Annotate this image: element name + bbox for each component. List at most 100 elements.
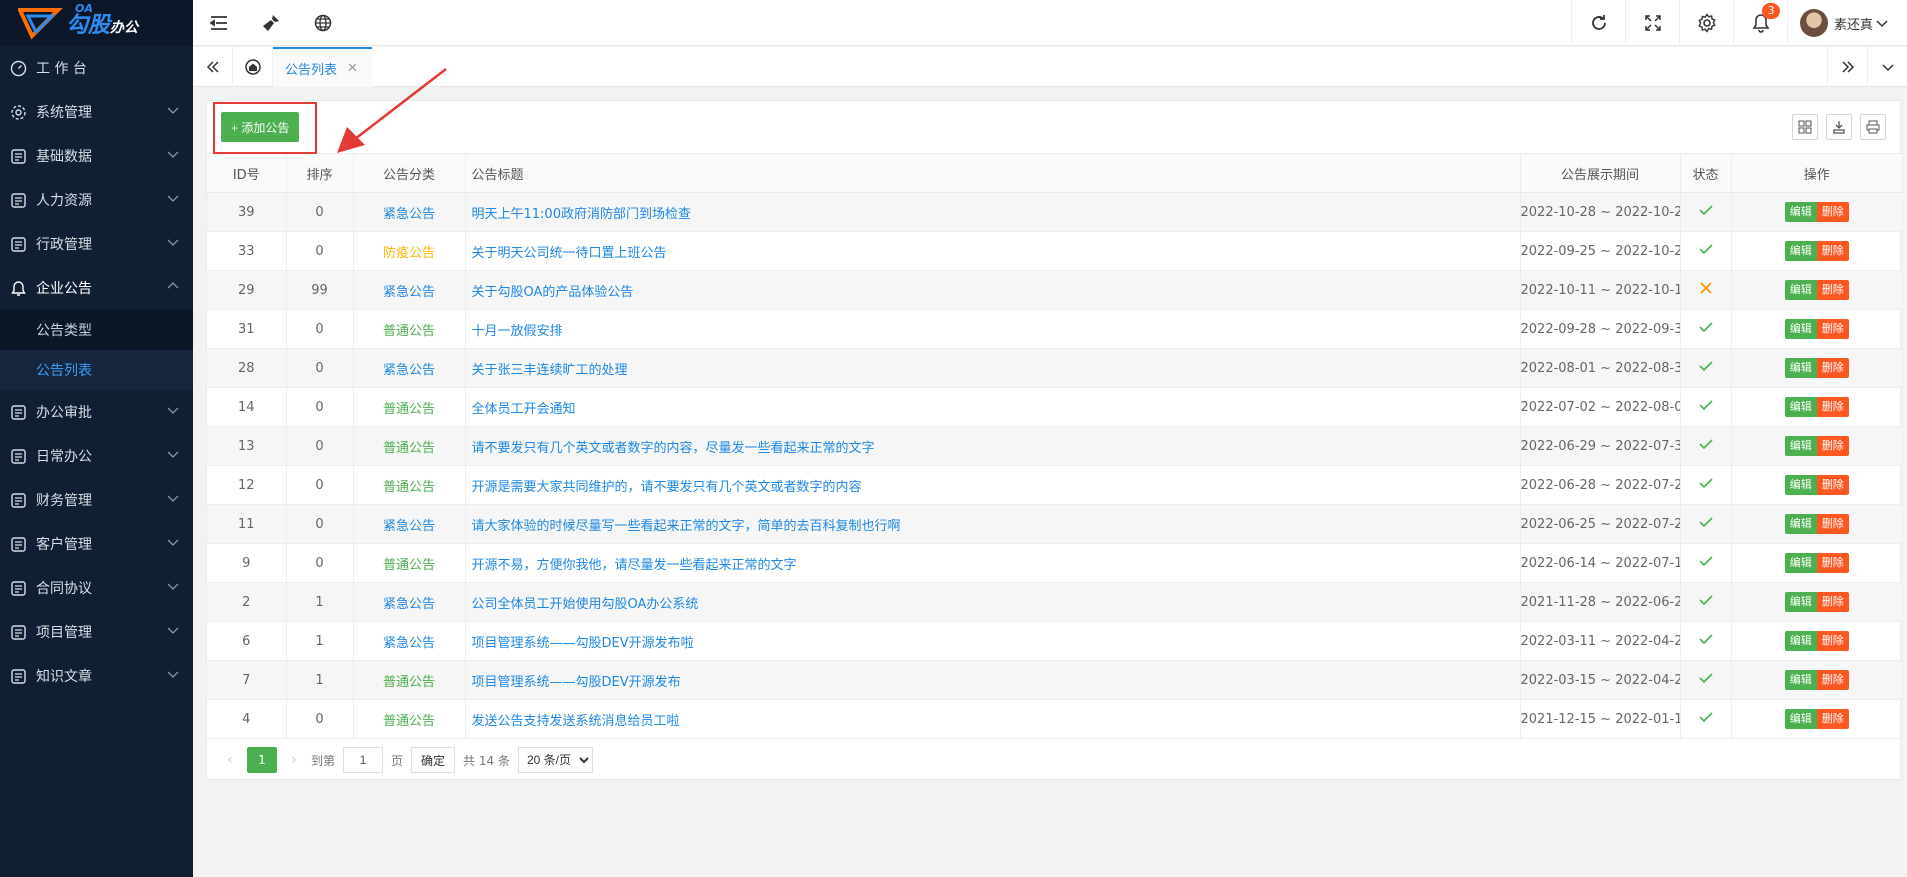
- prev-page-icon[interactable]: ‹: [221, 752, 239, 768]
- column-filter-icon[interactable]: [1792, 114, 1818, 140]
- edit-button[interactable]: 编辑: [1784, 436, 1817, 456]
- delete-button[interactable]: 删除: [1816, 241, 1849, 261]
- globe-icon[interactable]: [297, 0, 349, 46]
- table-row[interactable]: 2 1 紧急公告 公司全体员工开始使用勾股OA办公系统 2021-11-28 ~ 202…: [207, 582, 1902, 622]
- edit-button[interactable]: 编辑: [1784, 670, 1817, 690]
- user-menu[interactable]: 素还真: [1787, 0, 1907, 46]
- fullscreen-icon[interactable]: [1625, 0, 1679, 46]
- tabs-menu-chevron-down-icon[interactable]: [1867, 47, 1907, 87]
- page-size-select[interactable]: 20 条/页: [517, 747, 593, 773]
- table-row[interactable]: 7 1 普通公告 项目管理系统——勾股DEV开源发布 2022-03-15 ~ 2022…: [207, 660, 1902, 700]
- announcement-title-link[interactable]: 项目管理系统——勾股DEV开源发布啦: [472, 636, 694, 651]
- announcement-title-link[interactable]: 发送公告支持发送系统消息给员工啦: [472, 714, 680, 729]
- announcement-title-link[interactable]: 请大家体验的时候尽量写一些看起来正常的文字，简单的去百科复制也行啊: [472, 519, 901, 534]
- sidebar-item-12[interactable]: 知识文章: [0, 654, 193, 698]
- home-tab-icon[interactable]: [233, 47, 273, 87]
- edit-button[interactable]: 编辑: [1784, 553, 1817, 573]
- add-announcement-button[interactable]: + 添加公告: [221, 112, 300, 142]
- table-row[interactable]: 12 0 普通公告 开源是需要大家共同维护的，请不要发只有几个英文或者数字的内容 202…: [207, 465, 1902, 505]
- announcement-title-link[interactable]: 十月一放假安排: [472, 324, 563, 339]
- announcement-title-link[interactable]: 关于张三丰连续旷工的处理: [472, 363, 628, 378]
- edit-button[interactable]: 编辑: [1784, 514, 1817, 534]
- delete-button[interactable]: 删除: [1816, 358, 1849, 378]
- table-row[interactable]: 4 0 普通公告 发送公告支持发送系统消息给员工啦 2021-12-15 ~ 2022-…: [207, 699, 1902, 739]
- table-row[interactable]: 13 0 普通公告 请不要发只有几个英文或者数字的内容，尽量发一些看起来正常的文字 20…: [207, 426, 1902, 466]
- table-row[interactable]: 33 0 防疫公告 关于明天公司统一待口置上班公告 2022-09-25 ~ 2022-…: [207, 231, 1902, 271]
- edit-button[interactable]: 编辑: [1784, 592, 1817, 612]
- sidebar-subitem-1[interactable]: 公告列表: [0, 350, 193, 390]
- sidebar-item-6[interactable]: 办公审批: [0, 390, 193, 434]
- table-row[interactable]: 39 0 紧急公告 明天上午11:00政府消防部门到场检查 2022-10-28 ~ 2…: [207, 192, 1902, 232]
- announcement-title-link[interactable]: 开源是需要大家共同维护的，请不要发只有几个英文或者数字的内容: [472, 480, 862, 495]
- sidebar-item-2[interactable]: 基础数据: [0, 134, 193, 178]
- table-row[interactable]: 14 0 普通公告 全体员工开会通知 2022-07-02 ~ 2022-08-03 编辑…: [207, 387, 1902, 427]
- column-header-period[interactable]: 公告展示期间: [1520, 153, 1681, 193]
- column-header-status[interactable]: 状态: [1680, 153, 1732, 193]
- sidebar-item-8[interactable]: 财务管理: [0, 478, 193, 522]
- sidebar-item-11[interactable]: 项目管理: [0, 610, 193, 654]
- delete-button[interactable]: 删除: [1816, 397, 1849, 417]
- goto-page-input[interactable]: [343, 747, 384, 773]
- delete-button[interactable]: 删除: [1816, 280, 1849, 300]
- tabs-scroll-left-icon[interactable]: [193, 47, 233, 87]
- announcement-title-link[interactable]: 请不要发只有几个英文或者数字的内容，尽量发一些看起来正常的文字: [472, 441, 875, 456]
- sidebar-item-4[interactable]: 行政管理: [0, 222, 193, 266]
- table-row[interactable]: 29 99 紧急公告 关于勾股OA的产品体验公告 2022-10-11 ~ 2022-1…: [207, 270, 1902, 310]
- delete-button[interactable]: 删除: [1816, 514, 1849, 534]
- refresh-icon[interactable]: [1571, 0, 1625, 46]
- sidebar-item-9[interactable]: 客户管理: [0, 522, 193, 566]
- delete-button[interactable]: 删除: [1816, 592, 1849, 612]
- announcement-title-link[interactable]: 全体员工开会通知: [472, 402, 576, 417]
- print-icon[interactable]: [1860, 114, 1886, 140]
- table-row[interactable]: 28 0 紧急公告 关于张三丰连续旷工的处理 2022-08-01 ~ 2022-08-…: [207, 348, 1902, 388]
- announcement-title-link[interactable]: 关于明天公司统一待口置上班公告: [472, 246, 667, 261]
- sidebar-item-1[interactable]: 系统管理: [0, 90, 193, 134]
- edit-button[interactable]: 编辑: [1784, 709, 1817, 729]
- current-page[interactable]: 1: [247, 747, 277, 773]
- edit-button[interactable]: 编辑: [1784, 358, 1817, 378]
- table-row[interactable]: 11 0 紧急公告 请大家体验的时候尽量写一些看起来正常的文字，简单的去百科复制也行啊…: [207, 504, 1902, 544]
- goto-confirm-button[interactable]: 确定: [411, 747, 456, 773]
- delete-button[interactable]: 删除: [1816, 436, 1849, 456]
- delete-button[interactable]: 删除: [1816, 319, 1849, 339]
- announcement-title-link[interactable]: 公司全体员工开始使用勾股OA办公系统: [472, 597, 699, 612]
- announcement-title-link[interactable]: 明天上午11:00政府消防部门到场检查: [472, 207, 691, 222]
- table-row[interactable]: 9 0 普通公告 开源不易，方便你我他，请尽量发一些看起来正常的文字 2022-06-1…: [207, 543, 1902, 583]
- sidebar-item-7[interactable]: 日常办公: [0, 434, 193, 478]
- announcement-title-link[interactable]: 关于勾股OA的产品体验公告: [472, 285, 634, 300]
- edit-button[interactable]: 编辑: [1784, 280, 1817, 300]
- app-logo[interactable]: 勾股办公 OA: [0, 0, 193, 46]
- delete-button[interactable]: 删除: [1816, 475, 1849, 495]
- clear-cache-brush-icon[interactable]: [245, 0, 297, 46]
- next-page-icon[interactable]: ›: [285, 752, 303, 768]
- menu-toggle-icon[interactable]: [193, 0, 245, 46]
- notification-bell-icon[interactable]: 3: [1733, 0, 1787, 46]
- delete-button[interactable]: 删除: [1816, 670, 1849, 690]
- cell-id: 39: [207, 192, 287, 232]
- delete-button[interactable]: 删除: [1816, 631, 1849, 651]
- announcement-title-link[interactable]: 项目管理系统——勾股DEV开源发布: [472, 675, 681, 690]
- delete-button[interactable]: 删除: [1816, 553, 1849, 573]
- sidebar-item-10[interactable]: 合同协议: [0, 566, 193, 610]
- edit-button[interactable]: 编辑: [1784, 631, 1817, 651]
- delete-button[interactable]: 删除: [1816, 202, 1849, 222]
- edit-button[interactable]: 编辑: [1784, 241, 1817, 261]
- column-header-id[interactable]: ID号: [207, 153, 287, 193]
- edit-button[interactable]: 编辑: [1784, 319, 1817, 339]
- column-header-actions[interactable]: 操作: [1731, 153, 1902, 193]
- edit-button[interactable]: 编辑: [1784, 397, 1817, 417]
- announcement-title-link[interactable]: 开源不易，方便你我他，请尽量发一些看起来正常的文字: [472, 558, 797, 573]
- sidebar-item-5[interactable]: 企业公告: [0, 266, 193, 310]
- table-row[interactable]: 6 1 紧急公告 项目管理系统——勾股DEV开源发布啦 2022-03-11 ~ 202…: [207, 621, 1902, 661]
- tabs-scroll-right-icon[interactable]: [1827, 47, 1867, 87]
- column-header-title[interactable]: 公告标题: [465, 153, 1521, 193]
- delete-button[interactable]: 删除: [1816, 709, 1849, 729]
- settings-gear-icon[interactable]: [1679, 0, 1733, 46]
- sidebar-subitem-0[interactable]: 公告类型: [0, 310, 193, 350]
- export-icon[interactable]: [1826, 114, 1852, 140]
- table-row[interactable]: 31 0 普通公告 十月一放假安排 2022-09-28 ~ 2022-09-30 编辑删…: [207, 309, 1902, 349]
- edit-button[interactable]: 编辑: [1784, 475, 1817, 495]
- sidebar-item-0[interactable]: 工 作 台: [0, 46, 193, 90]
- sidebar-item-3[interactable]: 人力资源: [0, 178, 193, 222]
- edit-button[interactable]: 编辑: [1784, 202, 1817, 222]
